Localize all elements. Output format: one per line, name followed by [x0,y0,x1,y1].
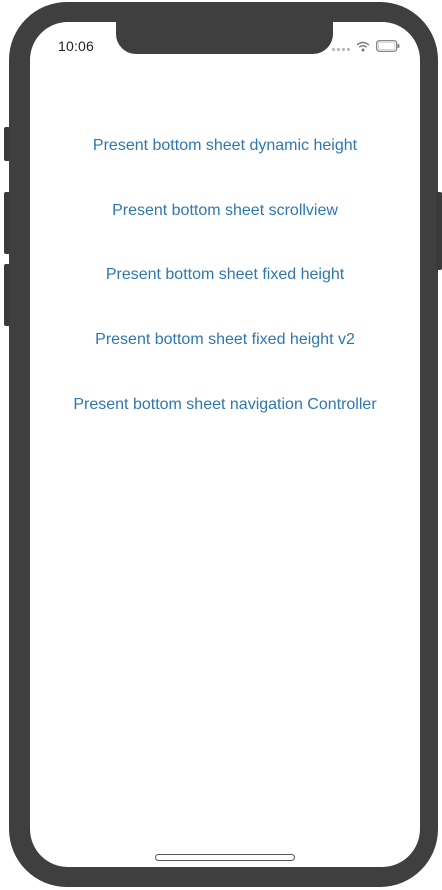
home-indicator[interactable] [155,854,295,861]
notch [116,22,333,54]
power-button [436,192,442,270]
present-navigation-controller-button[interactable]: Present bottom sheet navigation Controll… [30,396,420,414]
present-fixed-height-button[interactable]: Present bottom sheet fixed height [30,266,420,284]
screen: 10:06 Present bottom sheet dynamic heigh… [30,22,420,867]
present-scrollview-button[interactable]: Present bottom sheet scrollview [30,202,420,220]
present-dynamic-height-button[interactable]: Present bottom sheet dynamic height [30,137,420,155]
cellular-signal-icon [332,41,350,51]
status-icons [332,38,400,54]
battery-icon [376,40,400,52]
status-time: 10:06 [58,38,95,54]
volume-up-button [4,192,10,254]
volume-down-button [4,264,10,326]
mute-switch [4,127,10,161]
wifi-icon [356,41,370,52]
present-fixed-height-v2-button[interactable]: Present bottom sheet fixed height v2 [30,331,420,349]
